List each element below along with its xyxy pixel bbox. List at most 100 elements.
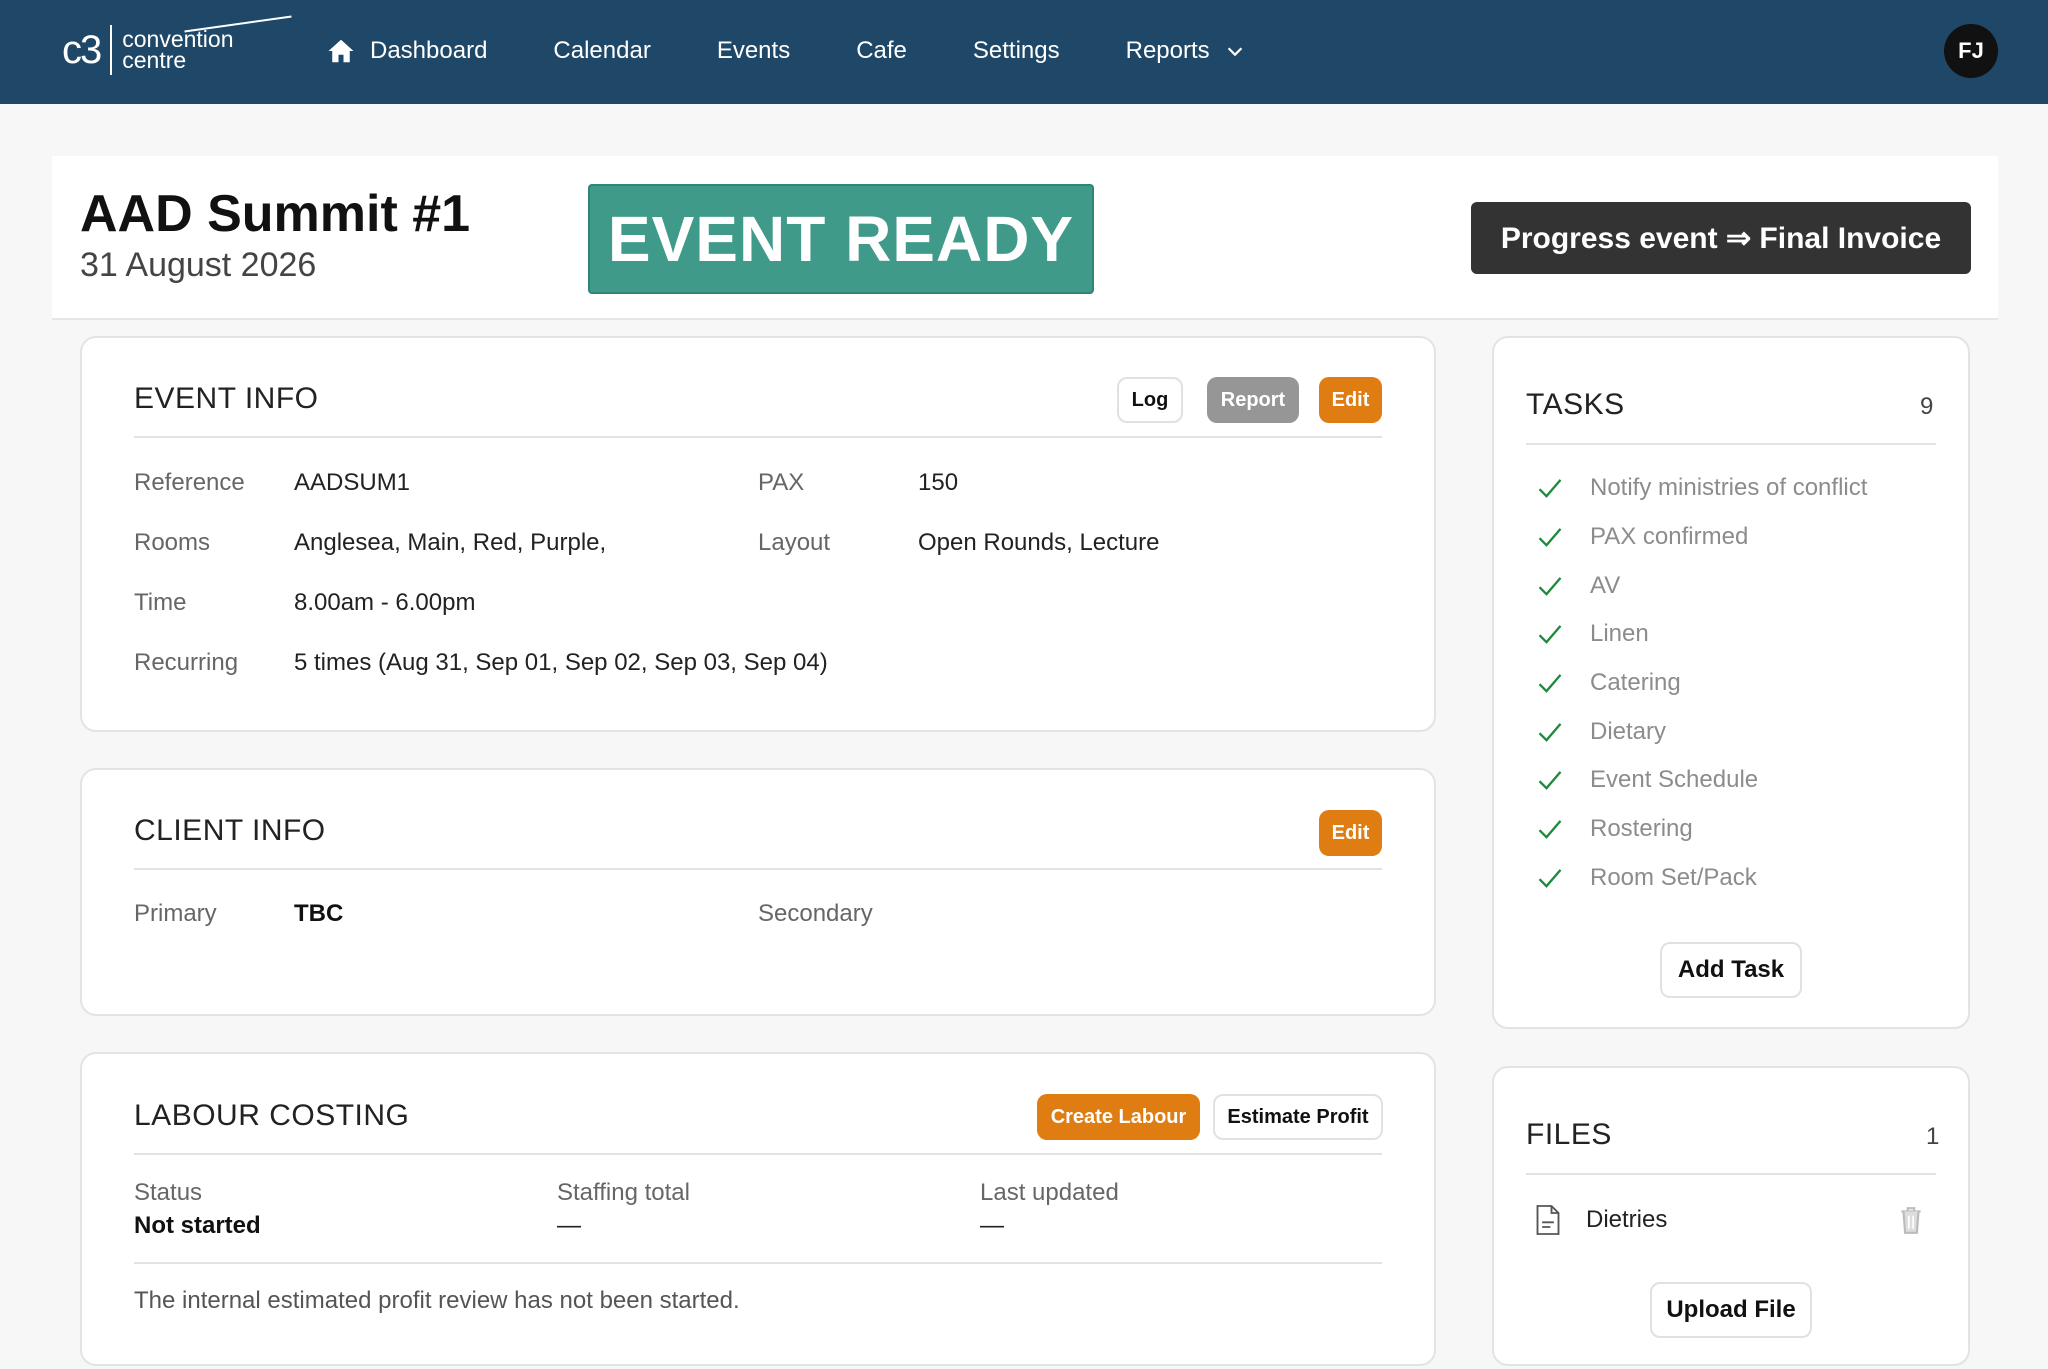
checkmark-icon — [1538, 528, 1562, 547]
event-date: 31 August 2026 — [80, 246, 317, 284]
nav-cafe-label: Cafe — [856, 37, 907, 64]
event-info-title: EVENT INFO — [134, 382, 319, 415]
logo-line-2: centre — [122, 47, 187, 73]
recurring-value: 5 times (Aug 31, Sep 01, Sep 02, Sep 03,… — [294, 649, 828, 676]
task-item[interactable]: Room Set/Pack — [1536, 864, 1757, 892]
client-info-card — [80, 768, 1436, 1016]
tasks-title: TASKS — [1526, 388, 1625, 421]
checkmark-icon — [1538, 771, 1562, 790]
layout-value: Open Rounds, Lecture — [918, 529, 1160, 556]
reference-value: AADSUM1 — [294, 469, 411, 496]
files-divider — [1526, 1173, 1936, 1175]
task-label: Rostering — [1590, 815, 1693, 842]
labour-status-value: Not started — [134, 1212, 261, 1239]
task-item[interactable]: Linen — [1536, 620, 1649, 648]
logo-text: convention centre — [122, 28, 233, 73]
progress-event-button[interactable]: Progress event ⇒ Final Invoice — [1471, 202, 1971, 274]
labour-note: The internal estimated profit review has… — [134, 1287, 740, 1314]
nav-settings[interactable]: Settings — [973, 37, 1060, 65]
checkmark-icon — [1538, 723, 1562, 742]
task-label: Room Set/Pack — [1590, 864, 1757, 891]
primary-value: TBC — [294, 900, 344, 927]
task-item[interactable]: PAX confirmed — [1536, 523, 1748, 551]
task-label: Linen — [1590, 620, 1649, 647]
labour-divider-bottom — [134, 1262, 1382, 1264]
file-item[interactable]: Dietries — [1534, 1200, 1934, 1240]
event-title: AAD Summit #1 — [80, 185, 471, 243]
logo-mark: c3 — [62, 27, 102, 72]
tasks-count: 9 — [1920, 393, 1934, 420]
task-label: Catering — [1590, 669, 1681, 696]
logo-divider — [110, 25, 113, 75]
pax-value: 150 — [918, 469, 959, 496]
rooms-value: Anglesea, Main, Red, Purple, — [294, 529, 607, 556]
rooms-label: Rooms — [134, 529, 211, 556]
report-button[interactable]: Report — [1207, 377, 1299, 423]
time-value: 8.00am - 6.00pm — [294, 589, 476, 616]
checkmark-icon — [1538, 625, 1562, 644]
nav-calendar[interactable]: Calendar — [553, 37, 650, 65]
checkmark-icon — [1538, 577, 1562, 596]
secondary-label: Secondary — [758, 900, 873, 927]
files-title: FILES — [1526, 1118, 1612, 1151]
task-label: Event Schedule — [1590, 766, 1759, 793]
task-item[interactable]: Dietary — [1536, 718, 1666, 746]
nav-reports-label: Reports — [1125, 37, 1210, 64]
labour-divider-top — [134, 1153, 1382, 1155]
nav-events-label: Events — [716, 37, 791, 64]
trash-icon[interactable] — [1898, 1205, 1924, 1235]
last-updated-value: — — [980, 1212, 1004, 1239]
task-item[interactable]: AV — [1536, 572, 1620, 600]
log-button[interactable]: Log — [1117, 377, 1183, 423]
task-item[interactable]: Event Schedule — [1536, 766, 1758, 794]
home-icon — [328, 39, 354, 63]
client-info-title: CLIENT INFO — [134, 814, 326, 847]
nav-events[interactable]: Events — [717, 37, 790, 65]
nav-calendar-label: Calendar — [553, 37, 651, 64]
reference-label: Reference — [134, 469, 245, 496]
estimate-profit-button[interactable]: Estimate Profit — [1213, 1094, 1383, 1140]
top-nav-bar: c3 convention centre Dashboard Calendar … — [0, 0, 2048, 104]
checkmark-icon — [1538, 479, 1562, 498]
checkmark-icon — [1538, 869, 1562, 888]
labour-status-label: Status — [134, 1179, 203, 1206]
event-info-divider — [134, 436, 1382, 438]
pax-label: PAX — [758, 469, 805, 496]
document-icon — [1536, 1205, 1560, 1235]
nav-reports[interactable]: Reports — [1126, 37, 1246, 65]
task-label: Notify ministries of conflict — [1590, 474, 1868, 501]
client-info-divider — [134, 868, 1382, 870]
task-item[interactable]: Rostering — [1536, 815, 1693, 843]
labour-costing-title: LABOUR COSTING — [134, 1099, 410, 1132]
nav-dashboard[interactable]: Dashboard — [326, 36, 487, 66]
task-label: PAX confirmed — [1590, 523, 1749, 550]
client-info-edit-button[interactable]: Edit — [1319, 810, 1382, 856]
event-info-edit-button[interactable]: Edit — [1319, 377, 1382, 423]
staffing-total-label: Staffing total — [557, 1179, 690, 1206]
main-nav: Dashboard Calendar Events Cafe Settings … — [326, 30, 1312, 72]
task-label: AV — [1590, 572, 1621, 599]
tasks-divider — [1526, 443, 1936, 445]
task-item[interactable]: Catering — [1536, 669, 1681, 697]
layout-label: Layout — [758, 529, 831, 556]
task-item[interactable]: Notify ministries of conflict — [1536, 474, 1867, 502]
upload-file-button[interactable]: Upload File — [1650, 1282, 1812, 1338]
nav-settings-label: Settings — [972, 37, 1060, 64]
nav-dashboard-label: Dashboard — [370, 37, 488, 64]
add-task-button[interactable]: Add Task — [1660, 942, 1802, 998]
nav-cafe[interactable]: Cafe — [856, 37, 907, 65]
event-status-badge: EVENT READY — [588, 184, 1094, 294]
create-labour-button[interactable]: Create Labour — [1037, 1094, 1200, 1140]
user-avatar[interactable]: FJ — [1944, 24, 1998, 78]
last-updated-label: Last updated — [980, 1179, 1119, 1206]
files-count: 1 — [1926, 1123, 1940, 1150]
checkmark-icon — [1538, 820, 1562, 839]
staffing-total-value: — — [557, 1212, 581, 1239]
task-label: Dietary — [1590, 718, 1667, 745]
logo[interactable]: c3 convention centre — [62, 15, 292, 78]
chevron-down-icon — [1227, 47, 1242, 57]
logo-swoosh — [184, 15, 292, 33]
recurring-label: Recurring — [134, 649, 239, 676]
time-label: Time — [134, 589, 187, 616]
primary-label: Primary — [134, 900, 217, 927]
